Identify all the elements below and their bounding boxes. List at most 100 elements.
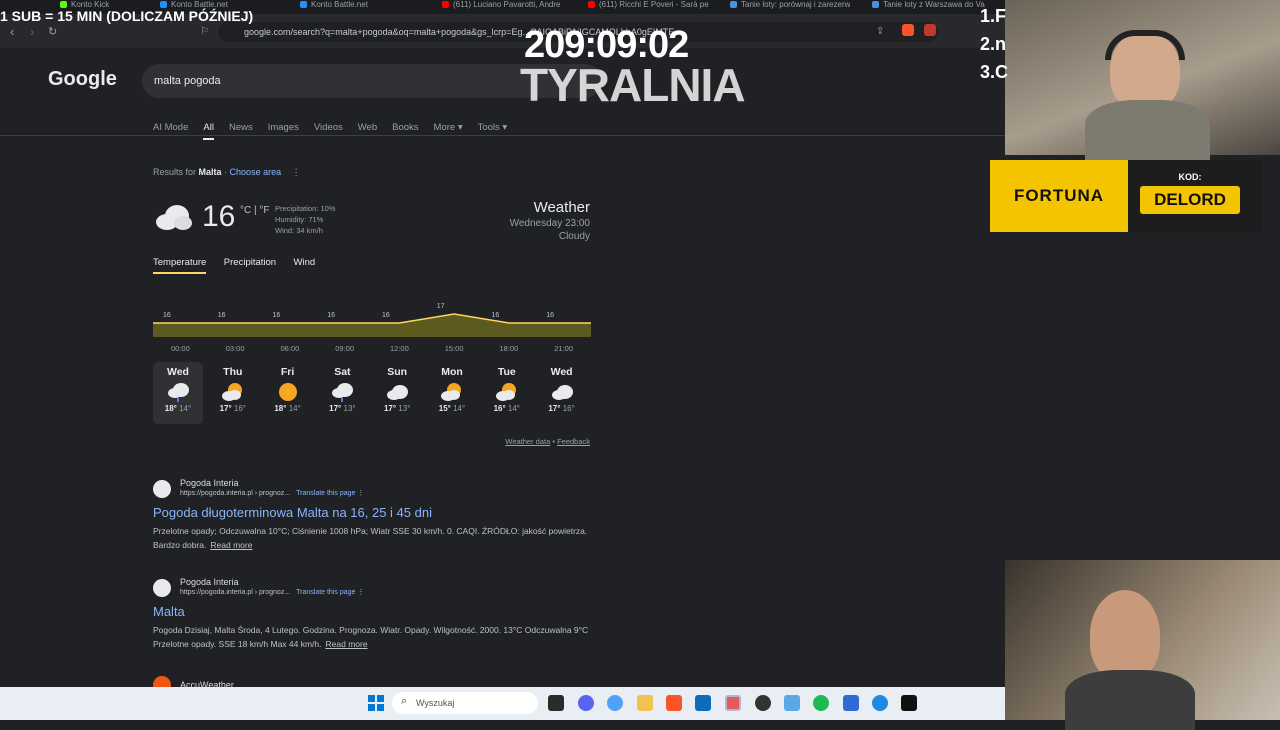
- location-name: Malta: [198, 167, 222, 177]
- tab-all[interactable]: All: [203, 122, 214, 140]
- guest-head: [1090, 590, 1160, 680]
- photos-icon[interactable]: [784, 695, 800, 711]
- day-temps: 18° 14°: [263, 404, 313, 413]
- day-low: 14°: [179, 404, 192, 413]
- google-logo[interactable]: Google: [48, 68, 117, 91]
- site-url: https://pogoda.interia.pl › prognoz...: [180, 589, 291, 596]
- browser-tab[interactable]: Tanie loty: porównaj i zarezerw: [730, 0, 850, 12]
- day-low: 16°: [233, 404, 247, 413]
- tab-favicon: [160, 1, 167, 8]
- wind-text: Wind: 34 km/h: [275, 226, 323, 235]
- extension-icon[interactable]: [924, 24, 936, 36]
- weather-datetime: Wednesday 23:00: [509, 218, 590, 229]
- tab-favicon: [60, 1, 67, 8]
- chart-x-tick: 15:00: [445, 344, 464, 353]
- tab-ai-mode[interactable]: AI Mode: [153, 122, 188, 133]
- browser-tab[interactable]: (611) Ricchi E Poveri - Sarà pe: [588, 0, 709, 12]
- capcut-icon[interactable]: [901, 695, 917, 711]
- brave-icon[interactable]: [666, 695, 682, 711]
- copilot-icon[interactable]: [607, 695, 623, 711]
- tab-favicon: [872, 1, 879, 8]
- spotify-icon[interactable]: [813, 695, 829, 711]
- edge-icon[interactable]: [872, 695, 888, 711]
- humidity-text: Humidity: 71%: [275, 215, 324, 224]
- translate-link[interactable]: Translate this page: [296, 490, 355, 497]
- day-high: 17°: [383, 404, 397, 413]
- forecast-day[interactable]: Wed 17° 16°: [537, 362, 587, 424]
- results-for-prefix: Results for: [153, 167, 197, 177]
- tab-images[interactable]: Images: [268, 122, 299, 133]
- reload-icon[interactable]: ↻: [48, 25, 57, 38]
- store-icon[interactable]: [695, 695, 711, 711]
- weather-details: Precipitation: 10% Humidity: 71% Wind: 3…: [275, 203, 335, 236]
- chart-value-label: 16: [327, 312, 335, 319]
- forecast-day[interactable]: Sat 17° 13°: [317, 362, 367, 424]
- browser-tab[interactable]: (611) Luciano Pavarotti, Andre: [442, 0, 560, 12]
- unit-toggle[interactable]: °C | °F: [240, 205, 269, 216]
- tab-more[interactable]: More ▾: [434, 122, 463, 133]
- notepad-icon[interactable]: [843, 695, 859, 711]
- site-name: Pogoda Interia: [180, 577, 239, 587]
- forecast-day[interactable]: Sun 17° 13°: [372, 362, 422, 424]
- day-name: Thu: [223, 366, 243, 378]
- windows-start-icon[interactable]: [368, 695, 384, 711]
- day-high: 17°: [329, 404, 342, 413]
- discord-icon[interactable]: [578, 695, 594, 711]
- day-high: 18°: [274, 404, 287, 413]
- tab-books[interactable]: Books: [392, 122, 418, 133]
- tab-videos[interactable]: Videos: [314, 122, 343, 133]
- tab-precipitation[interactable]: Precipitation: [224, 257, 276, 268]
- tab-label: (611) Ricchi E Poveri - Sarà pe: [599, 0, 709, 9]
- browser-app-icon[interactable]: [725, 695, 741, 711]
- chart-x-tick: 00:00: [171, 344, 190, 353]
- search-tabs: AI Mode All News Images Videos Web Books More ▾…: [153, 117, 522, 140]
- search-result: Pogoda Interia https://pogoda.interia.pl…: [153, 577, 593, 651]
- tab-news[interactable]: News: [229, 122, 253, 133]
- day-low: 14°: [288, 404, 301, 413]
- day-name: Wed: [550, 366, 573, 378]
- tab-tools[interactable]: Tools ▾: [478, 122, 508, 133]
- back-icon[interactable]: ‹: [10, 24, 14, 39]
- browser-tab[interactable]: Konto Battle.net: [300, 0, 368, 12]
- result-title[interactable]: Malta: [153, 604, 593, 619]
- file-explorer-icon[interactable]: [637, 695, 653, 711]
- obs-icon[interactable]: [755, 695, 771, 711]
- search-result: Pogoda Interia https://pogoda.interia.pl…: [153, 478, 593, 552]
- brave-shield-icon[interactable]: [902, 24, 914, 36]
- weather-data-link[interactable]: Weather data: [505, 437, 550, 446]
- translate-link[interactable]: Translate this page: [296, 589, 355, 596]
- read-more-link[interactable]: Read more: [326, 639, 368, 649]
- choose-area-link[interactable]: Choose area: [230, 167, 282, 177]
- forecast-day[interactable]: Wed 18° 14°: [153, 362, 203, 424]
- result-title[interactable]: Pogoda długoterminowa Malta na 16, 25 i …: [153, 505, 593, 520]
- cloud-icon: [550, 382, 574, 402]
- read-more-link[interactable]: Read more: [210, 540, 252, 550]
- bookmark-icon[interactable]: ⚐: [200, 26, 209, 37]
- sub-counter-text: 1 SUB = 15 MIN (DOLICZAM PÓŹNIEJ): [0, 8, 254, 24]
- weather-date: Wednesday 23:00 Cloudy: [440, 217, 590, 243]
- day-temps: 17° 13°: [317, 404, 367, 413]
- tab-wind[interactable]: Wind: [294, 257, 316, 268]
- task-view-icon[interactable]: [548, 695, 564, 711]
- day-name: Fri: [280, 366, 295, 378]
- leaderboard: 1.F 2.n 3.C: [980, 2, 1008, 86]
- sponsor-logo: FORTUNA: [990, 160, 1128, 232]
- feedback-link[interactable]: Feedback: [557, 437, 590, 446]
- tab-temperature[interactable]: Temperature: [153, 257, 207, 274]
- forward-icon[interactable]: ›: [30, 24, 34, 39]
- forecast-day[interactable]: Thu 17° 16°: [208, 362, 258, 424]
- tab-web[interactable]: Web: [358, 122, 377, 133]
- forecast-day[interactable]: Fri 18° 14°: [263, 362, 313, 424]
- result-menu-icon[interactable]: ⋮: [357, 589, 364, 596]
- forecast-day[interactable]: Mon 15° 14°: [427, 362, 477, 424]
- browser-tab[interactable]: Tanie loty z Warszawa do Va: [872, 0, 985, 12]
- chart-value-label: 16: [163, 312, 171, 319]
- forecast-day[interactable]: Tue 16° 14°: [482, 362, 532, 424]
- share-icon[interactable]: ⇪: [876, 26, 884, 37]
- more-options-icon[interactable]: ⋮: [292, 167, 301, 177]
- chart-x-tick: 18:00: [500, 344, 519, 353]
- taskbar-search[interactable]: Wyszukaj: [392, 692, 538, 714]
- webcam-bottom: [1005, 560, 1280, 730]
- result-menu-icon[interactable]: ⋮: [357, 490, 364, 497]
- site-name: Pogoda Interia: [180, 478, 239, 488]
